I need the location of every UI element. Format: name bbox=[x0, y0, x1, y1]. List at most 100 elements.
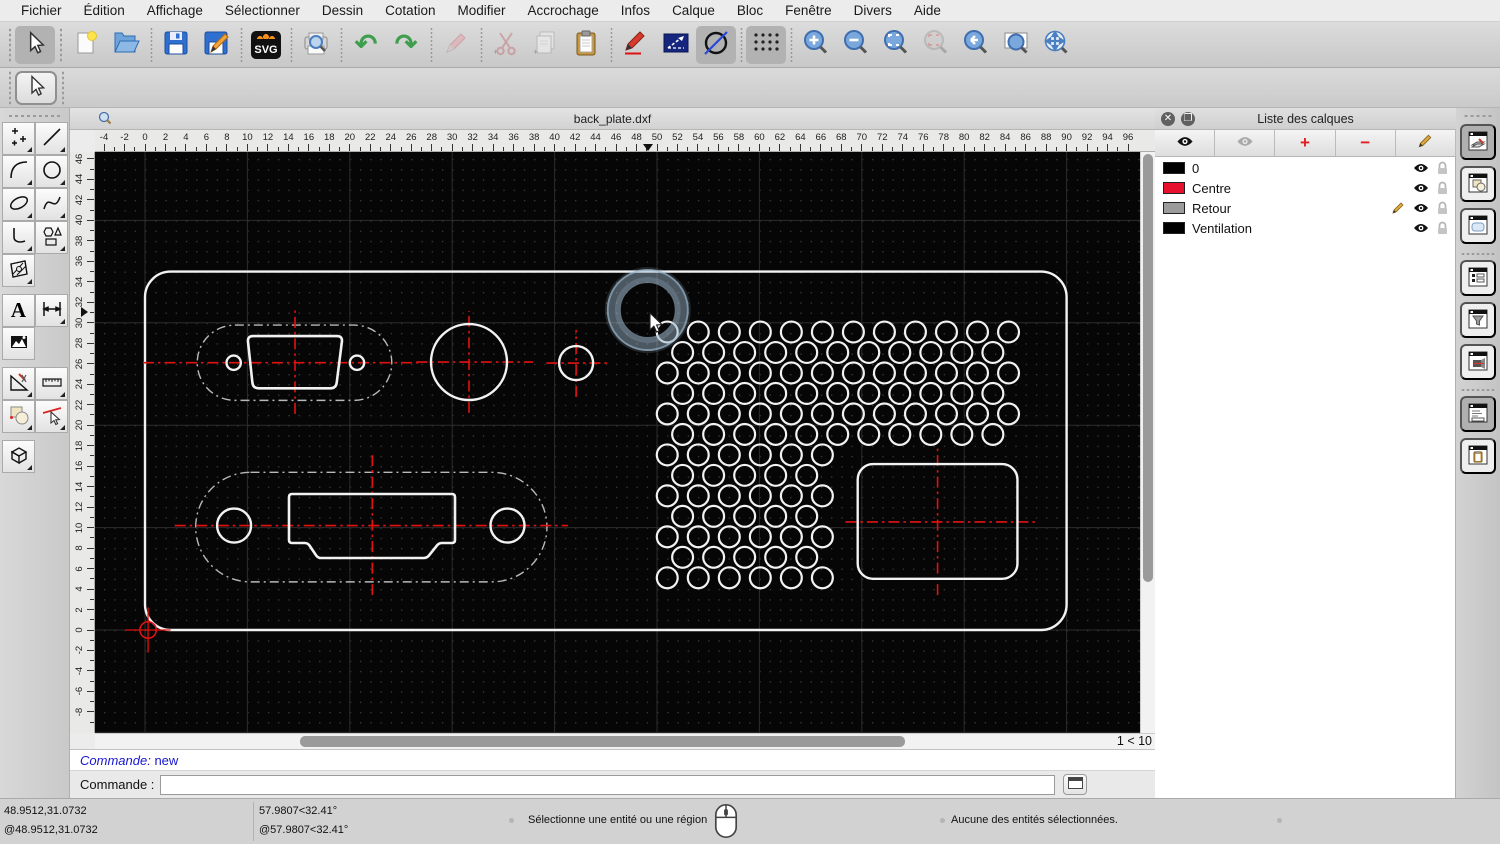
vertical-scrollbar-thumb[interactable] bbox=[1143, 154, 1153, 582]
menu-item[interactable]: Calque bbox=[661, 3, 726, 18]
menu-item[interactable]: Modifier bbox=[446, 3, 516, 18]
ruler-label: 24 bbox=[74, 378, 85, 390]
show-all-layers-button[interactable] bbox=[1155, 130, 1216, 156]
layer-visibility-eye-icon[interactable] bbox=[1413, 162, 1429, 174]
dimension-tool-button[interactable] bbox=[35, 294, 68, 327]
cut-button[interactable]: + bbox=[486, 26, 526, 64]
edit-layer-button[interactable] bbox=[1396, 130, 1457, 156]
document-titlebar[interactable]: back_plate.dxf bbox=[70, 108, 1155, 130]
shapes-tool-button[interactable] bbox=[35, 221, 68, 254]
copy-button[interactable]: + bbox=[526, 26, 566, 64]
menu-item[interactable]: Dessin bbox=[311, 3, 374, 18]
menu-item[interactable]: Sélectionner bbox=[214, 3, 311, 18]
float-panel-icon[interactable]: ❐ bbox=[1181, 111, 1195, 126]
relative-zero-button[interactable] bbox=[656, 26, 696, 64]
layer-row[interactable]: Ventilation bbox=[1155, 218, 1456, 238]
menu-item[interactable]: Divers bbox=[843, 3, 903, 18]
delete-button[interactable] bbox=[436, 26, 476, 64]
menu-item[interactable]: Aide bbox=[903, 3, 952, 18]
zoom-window-button[interactable] bbox=[996, 26, 1036, 64]
dock-filter-button[interactable] bbox=[1460, 302, 1496, 338]
views-3d-button[interactable] bbox=[2, 440, 35, 473]
layer-color-swatch[interactable] bbox=[1163, 222, 1185, 234]
select-tool-button[interactable] bbox=[15, 25, 55, 64]
points-tool-button[interactable] bbox=[2, 122, 35, 155]
zoom-previous-button[interactable] bbox=[956, 26, 996, 64]
menu-item[interactable]: Fenêtre bbox=[774, 3, 843, 18]
arc-tool-button[interactable] bbox=[2, 155, 35, 188]
paste-button[interactable] bbox=[566, 26, 606, 64]
ruler-label: 16 bbox=[74, 460, 85, 472]
add-layer-button[interactable]: + bbox=[1275, 130, 1336, 156]
layer-lock-icon[interactable] bbox=[1437, 161, 1448, 175]
command-window-toggle-button[interactable] bbox=[1063, 774, 1088, 795]
menu-item[interactable]: Fichier bbox=[10, 3, 73, 18]
pan-button[interactable] bbox=[1036, 26, 1076, 64]
block-tools-button[interactable] bbox=[2, 400, 35, 433]
polyline-tool-button[interactable] bbox=[2, 221, 35, 254]
selection-pointer-button[interactable] bbox=[15, 70, 57, 105]
edit-attributes-button[interactable] bbox=[616, 26, 656, 64]
measure-tools-button[interactable] bbox=[35, 367, 68, 400]
select-entities-button[interactable] bbox=[35, 400, 68, 433]
line-tool-button[interactable] bbox=[35, 122, 68, 155]
hide-all-layers-button[interactable] bbox=[1215, 130, 1276, 156]
ellipse-tool-button[interactable] bbox=[2, 188, 35, 221]
layer-lock-icon[interactable] bbox=[1437, 181, 1448, 195]
print-preview-button[interactable] bbox=[296, 26, 336, 64]
open-file-button[interactable] bbox=[106, 26, 146, 64]
save-as-button[interactable] bbox=[196, 26, 236, 64]
hatch-tool-button[interactable] bbox=[2, 254, 35, 287]
layer-visibility-eye-icon[interactable] bbox=[1413, 222, 1429, 234]
modify-tools-button[interactable] bbox=[2, 367, 35, 400]
vertical-scrollbar[interactable] bbox=[1140, 152, 1155, 733]
image-tool-button[interactable] bbox=[2, 327, 35, 360]
horizontal-scrollbar-thumb[interactable] bbox=[300, 736, 905, 747]
layer-row[interactable]: 0 bbox=[1155, 158, 1456, 178]
layer-visibility-eye-icon[interactable] bbox=[1413, 182, 1429, 194]
snap-free-button[interactable] bbox=[696, 25, 736, 64]
menu-item[interactable]: Cotation bbox=[374, 3, 446, 18]
new-document-button[interactable] bbox=[66, 26, 106, 64]
remove-layer-button[interactable]: − bbox=[1336, 130, 1396, 156]
layer-visibility-eye-icon[interactable] bbox=[1413, 202, 1429, 214]
redo-button[interactable]: ↷ bbox=[386, 26, 426, 64]
menu-item[interactable]: Édition bbox=[73, 3, 136, 18]
dock-projection-button[interactable] bbox=[1460, 344, 1496, 380]
dock-entity-list-button[interactable] bbox=[1460, 260, 1496, 296]
command-input[interactable] bbox=[160, 774, 1056, 795]
grid-toggle-button[interactable] bbox=[746, 25, 786, 64]
horizontal-scrollbar[interactable] bbox=[95, 733, 1110, 749]
dock-block-list-button[interactable] bbox=[1460, 166, 1496, 202]
zoom-auto-button[interactable] bbox=[876, 26, 916, 64]
menu-item[interactable]: Accrochage bbox=[516, 3, 609, 18]
dock-library-browser-button[interactable] bbox=[1460, 208, 1496, 244]
zoom-out-button[interactable] bbox=[836, 26, 876, 64]
ruler-label: 70 bbox=[856, 132, 868, 143]
dock-layer-list-button[interactable] bbox=[1460, 124, 1496, 160]
close-icon[interactable]: ✕ bbox=[1161, 111, 1175, 126]
drawing-canvas[interactable] bbox=[42, 152, 1140, 733]
layer-row[interactable]: Retour bbox=[1155, 198, 1456, 218]
dock-clipboard-button[interactable] bbox=[1460, 438, 1496, 474]
svg-export-button[interactable]: SVG bbox=[246, 26, 286, 64]
layer-color-swatch[interactable] bbox=[1163, 182, 1185, 194]
layer-color-swatch[interactable] bbox=[1163, 202, 1185, 214]
text-tool-button[interactable]: A bbox=[2, 294, 35, 327]
circle-tool-button[interactable] bbox=[35, 155, 68, 188]
status-bar: 48.9512,31.0732 @48.9512,31.0732 57.9807… bbox=[0, 798, 1500, 844]
zoom-selection-button[interactable] bbox=[916, 26, 956, 64]
layer-lock-icon[interactable] bbox=[1437, 221, 1448, 235]
undo-button[interactable]: ↶ bbox=[346, 26, 386, 64]
menu-item[interactable]: Bloc bbox=[726, 3, 774, 18]
spline-tool-button[interactable] bbox=[35, 188, 68, 221]
layer-color-swatch[interactable] bbox=[1163, 162, 1185, 174]
library-window-icon bbox=[1465, 213, 1491, 240]
menu-item[interactable]: Affichage bbox=[136, 3, 214, 18]
layer-lock-icon[interactable] bbox=[1437, 201, 1448, 215]
save-button[interactable] bbox=[156, 26, 196, 64]
layer-row[interactable]: Centre bbox=[1155, 178, 1456, 198]
zoom-in-button[interactable] bbox=[796, 26, 836, 64]
menu-item[interactable]: Infos bbox=[610, 3, 661, 18]
dock-command-widget-button[interactable] bbox=[1460, 396, 1496, 432]
